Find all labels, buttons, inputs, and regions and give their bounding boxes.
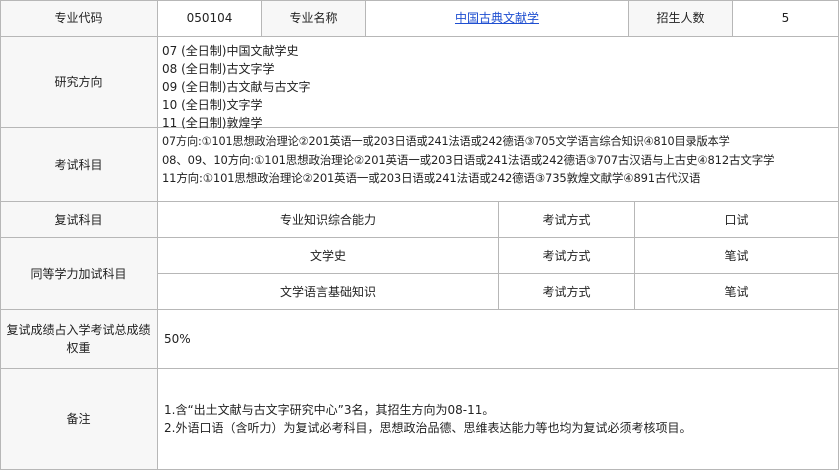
name-label: 专业名称 [262,0,366,37]
equivalent-subject: 文学语言基础知识 [158,274,499,310]
equivalent-subject: 文学史 [158,238,499,274]
major-name-cell: 中国古典文献学 [366,0,629,37]
admissions-table: 专业代码 050104 专业名称 中国古典文献学 招生人数 5 研究方向 07 … [0,0,839,470]
note-line: 1.含“出土文献与古文字研究中心”3名，其招生方向为08-11。 [164,403,495,417]
notes-content: 1.含“出土文献与古文字研究中心”3名，其招生方向为08-11。 2.外语口语（… [158,369,839,470]
weight-value: 50% [158,310,839,369]
direction-item: 09 (全日制)古文献与古文字 [162,80,311,94]
equivalent-method-label: 考试方式 [499,274,635,310]
directions-label: 研究方向 [0,37,158,128]
enroll-label: 招生人数 [629,0,733,37]
retest-subject: 专业知识综合能力 [158,202,499,238]
code-value: 050104 [158,0,262,37]
weight-label: 复试成绩占入学考试总成绩权重 [0,310,158,369]
exam-line: 11方向:①101思想政治理论②201英语一或203日语或241法语或242德语… [162,171,701,185]
note-line: 2.外语口语（含听力）为复试必考科目，思想政治品德、思维表达能力等也均为复试必须… [164,421,692,435]
enroll-value: 5 [733,0,839,37]
code-label: 专业代码 [0,0,158,37]
equivalent-method-value: 笔试 [635,274,839,310]
notes-label: 备注 [0,369,158,470]
retest-label: 复试科目 [0,202,158,238]
equivalent-method-label: 考试方式 [499,238,635,274]
directions-list: 07 (全日制)中国文献学史 08 (全日制)古文字学 09 (全日制)古文献与… [158,37,839,130]
major-name-link[interactable]: 中国古典文献学 [455,9,539,27]
exam-subjects: 07方向:①101思想政治理论②201英语一或203日语或241法语或242德语… [158,128,839,202]
equivalent-method-value: 笔试 [635,238,839,274]
direction-item: 07 (全日制)中国文献学史 [162,44,299,58]
retest-method-value: 口试 [635,202,839,238]
direction-item: 10 (全日制)文字学 [162,98,263,112]
exam-line: 08、09、10方向:①101思想政治理论②201英语一或203日语或241法语… [162,153,775,167]
retest-method-label: 考试方式 [499,202,635,238]
exam-line: 07方向:①101思想政治理论②201英语一或203日语或241法语或242德语… [162,135,730,148]
exam-label: 考试科目 [0,128,158,202]
equivalent-label: 同等学力加试科目 [0,238,158,310]
direction-item: 08 (全日制)古文字学 [162,62,275,76]
